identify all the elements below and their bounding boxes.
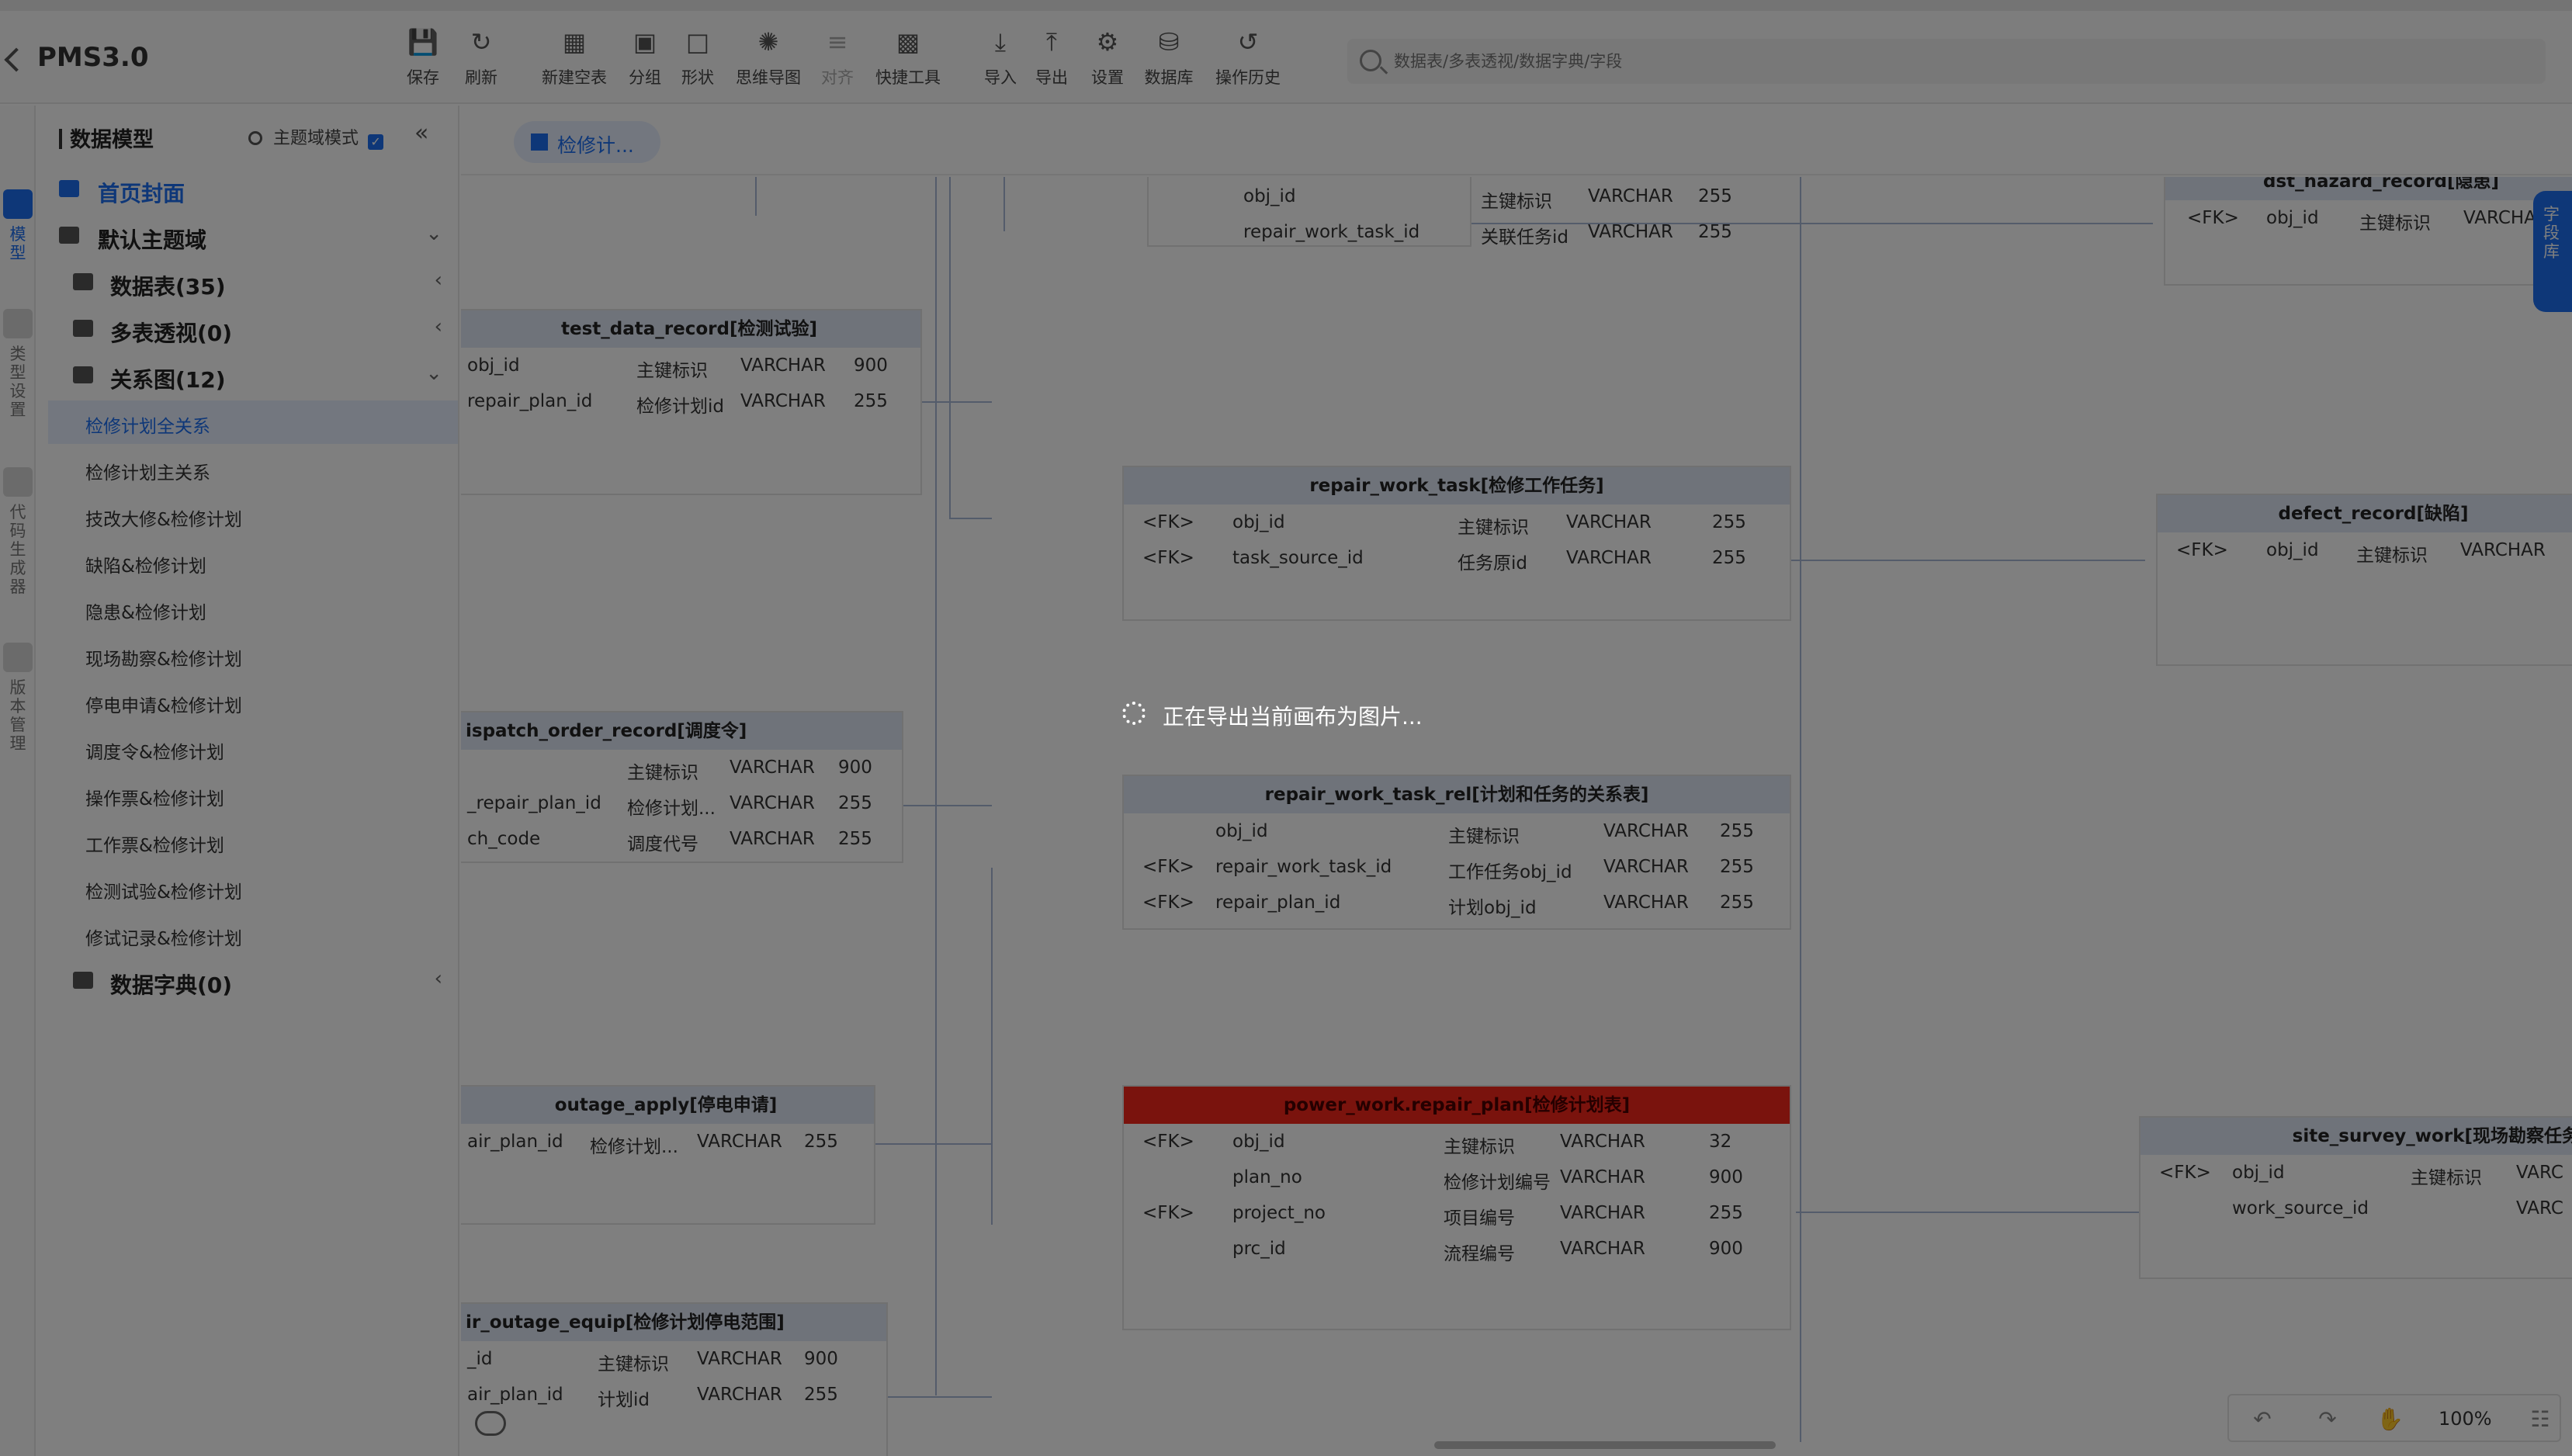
spinner-icon [1122,702,1146,725]
export-loading-overlay: 正在导出当前画布为图片... [0,0,2572,1456]
app-window: PMS3.0 💾 保存 ↻ 刷新 ▦ 新建空表 ▣ 分组 □ 形状 ✺ 思维导图… [0,0,2572,1456]
loading-message: 正在导出当前画布为图片... [1163,704,1423,730]
